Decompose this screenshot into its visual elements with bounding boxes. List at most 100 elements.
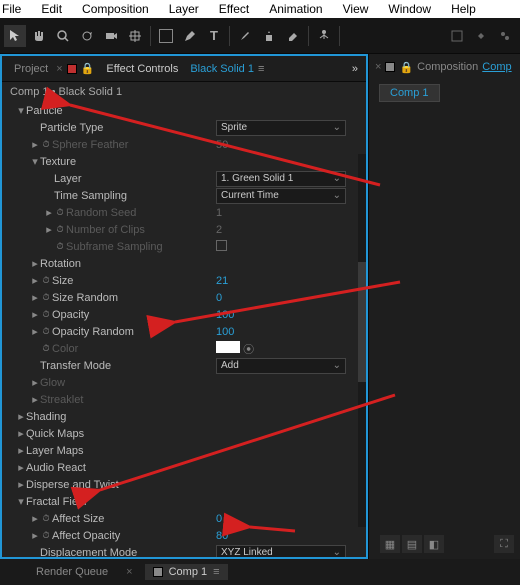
composition-name[interactable]: Comp: [482, 61, 511, 73]
eraser-tool[interactable]: [282, 25, 304, 47]
size-value[interactable]: 21: [216, 275, 366, 287]
render-queue-tab[interactable]: Render Queue: [30, 566, 114, 578]
twirl-icon[interactable]: ▸: [30, 376, 40, 389]
opacity-value[interactable]: 100: [216, 309, 366, 321]
stopwatch-icon[interactable]: ⏱: [40, 326, 52, 337]
prop-particle[interactable]: Particle: [26, 105, 63, 117]
prop-fractal-field[interactable]: Fractal Field: [26, 496, 87, 508]
menu-edit[interactable]: Edit: [31, 2, 72, 16]
twirl-icon[interactable]: ▸: [30, 138, 40, 151]
panel-menu-icon[interactable]: ≡: [258, 63, 264, 75]
tab-menu-icon[interactable]: ≡: [213, 566, 219, 578]
stopwatch-icon[interactable]: ⏱: [40, 513, 52, 524]
twirl-icon[interactable]: ▸: [16, 478, 26, 491]
effect-controls-tab[interactable]: Effect Controls: [98, 63, 186, 75]
menu-animation[interactable]: Animation: [259, 2, 332, 16]
stopwatch-icon[interactable]: ⏱: [40, 343, 52, 354]
pan-behind-tool[interactable]: [124, 25, 146, 47]
composition-tab-label[interactable]: Composition: [417, 61, 478, 73]
affect-opacity-value[interactable]: 80: [216, 530, 366, 542]
scrollbar-thumb[interactable]: [358, 262, 366, 382]
stopwatch-icon[interactable]: ⏱: [54, 241, 66, 252]
hand-tool[interactable]: [28, 25, 50, 47]
stopwatch-icon[interactable]: ⏱: [54, 207, 66, 218]
brush-tool[interactable]: [234, 25, 256, 47]
clone-tool[interactable]: [258, 25, 280, 47]
toolbar-opt-3[interactable]: [494, 25, 516, 47]
menu-file[interactable]: File: [0, 2, 31, 16]
toolbar-opt-2[interactable]: [470, 25, 492, 47]
render-queue-close[interactable]: ×: [126, 566, 132, 578]
twirl-icon[interactable]: ▸: [30, 512, 40, 525]
menu-help[interactable]: Help: [441, 2, 486, 16]
prop-quick-maps[interactable]: Quick Maps: [26, 428, 84, 440]
texture-layer-select[interactable]: 1. Green Solid 1: [216, 171, 346, 187]
lock-icon[interactable]: 🔒: [399, 61, 413, 74]
twirl-icon[interactable]: ▸: [30, 393, 40, 406]
prop-texture[interactable]: Texture: [40, 156, 76, 168]
rectangle-tool[interactable]: [155, 25, 177, 47]
twirl-icon[interactable]: ▸: [30, 257, 40, 270]
prop-streaklet[interactable]: Streaklet: [40, 394, 83, 406]
type-tool[interactable]: T: [203, 25, 225, 47]
prop-disperse[interactable]: Disperse and Twist: [26, 479, 119, 491]
camera-tool[interactable]: [100, 25, 122, 47]
twirl-icon[interactable]: ▸: [30, 529, 40, 542]
twirl-icon[interactable]: ▸: [30, 274, 40, 287]
stopwatch-icon[interactable]: ⏱: [40, 292, 52, 303]
twirl-icon[interactable]: ▸: [30, 308, 40, 321]
transfer-mode-select[interactable]: Add: [216, 358, 346, 374]
panel-overflow-icon[interactable]: »: [352, 63, 358, 75]
toolbar-opt-1[interactable]: [446, 25, 468, 47]
viewer-btn-2[interactable]: ▤: [402, 535, 422, 553]
selection-tool[interactable]: [4, 25, 26, 47]
random-seed-value[interactable]: 1: [216, 207, 366, 219]
menu-effect[interactable]: Effect: [209, 2, 259, 16]
twirl-icon[interactable]: ▸: [16, 444, 26, 457]
eyedropper-icon[interactable]: ⦿: [243, 344, 254, 356]
menu-composition[interactable]: Composition: [72, 2, 159, 16]
opacity-random-value[interactable]: 100: [216, 326, 366, 338]
particle-type-select[interactable]: Sprite: [216, 120, 346, 136]
twirl-icon[interactable]: ▸: [16, 461, 26, 474]
menu-window[interactable]: Window: [378, 2, 441, 16]
num-clips-value[interactable]: 2: [216, 224, 366, 236]
subframe-checkbox[interactable]: [216, 240, 227, 251]
affect-size-value[interactable]: 0: [216, 513, 366, 525]
viewer-btn-3[interactable]: ◧: [424, 535, 444, 553]
twirl-icon[interactable]: ▾: [16, 104, 26, 117]
viewer-btn-camera[interactable]: ⛶: [494, 535, 514, 553]
project-tab[interactable]: Project: [6, 63, 56, 75]
twirl-icon[interactable]: ▾: [16, 495, 26, 508]
comp1-tab[interactable]: Comp 1 ≡: [145, 564, 228, 580]
sphere-feather-value[interactable]: 50: [216, 139, 366, 151]
stopwatch-icon[interactable]: ⏱: [40, 275, 52, 286]
twirl-icon[interactable]: ▾: [30, 155, 40, 168]
stopwatch-icon[interactable]: ⏱: [54, 224, 66, 235]
menu-layer[interactable]: Layer: [159, 2, 209, 16]
time-sampling-select[interactable]: Current Time: [216, 188, 346, 204]
prop-rotation[interactable]: Rotation: [40, 258, 81, 270]
prop-audio-react[interactable]: Audio React: [26, 462, 86, 474]
prop-glow[interactable]: Glow: [40, 377, 65, 389]
displacement-select[interactable]: XYZ Linked: [216, 545, 346, 558]
twirl-icon[interactable]: ▸: [44, 223, 54, 236]
twirl-icon[interactable]: ▸: [16, 427, 26, 440]
project-tab-close[interactable]: ×: [56, 63, 62, 75]
menu-view[interactable]: View: [333, 2, 379, 16]
prop-shading[interactable]: Shading: [26, 411, 66, 423]
twirl-icon[interactable]: ▸: [16, 410, 26, 423]
orbit-tool[interactable]: [76, 25, 98, 47]
stopwatch-icon[interactable]: ⏱: [40, 139, 52, 150]
size-random-value[interactable]: 0: [216, 292, 366, 304]
twirl-icon[interactable]: ▸: [30, 325, 40, 338]
lock-icon[interactable]: 🔒: [81, 62, 95, 75]
twirl-icon[interactable]: ▸: [44, 206, 54, 219]
twirl-icon[interactable]: ▸: [30, 291, 40, 304]
zoom-tool[interactable]: [52, 25, 74, 47]
puppet-tool[interactable]: [313, 25, 335, 47]
stopwatch-icon[interactable]: ⏱: [40, 530, 52, 541]
comp-panel-close[interactable]: ×: [375, 61, 381, 73]
viewer-btn-1[interactable]: ▦: [380, 535, 400, 553]
pen-tool[interactable]: [179, 25, 201, 47]
